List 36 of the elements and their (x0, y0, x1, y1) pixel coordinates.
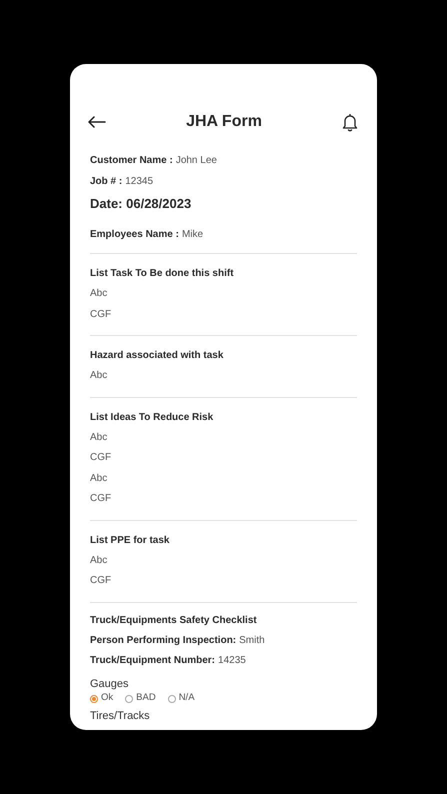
checklist-label: Tires/Tracks (90, 708, 151, 722)
list-item: CGF (90, 492, 112, 506)
field-label: Truck/Equipment Number: (90, 654, 216, 668)
list-item: CGF (90, 451, 112, 465)
field-value: Smith (239, 634, 265, 648)
list-item: CGF (90, 308, 112, 322)
radio-label: N/A (178, 691, 195, 706)
section-title: List PPE for task (90, 534, 170, 548)
radio-label: BAD (136, 691, 156, 706)
field-label: Job # : (90, 175, 122, 189)
checklist-label: Gauges (90, 676, 130, 690)
back-arrow-icon[interactable] (88, 116, 106, 128)
field-label: Employees Name : (90, 228, 179, 242)
radio-button[interactable] (125, 694, 134, 702)
list-item: Abc (90, 554, 108, 568)
section-title: List Task To Be done this shift (90, 267, 235, 281)
field-label: Person Performing Inspection: (90, 634, 236, 648)
section-title: Truck/Equipments Safety Checklist (90, 614, 258, 628)
radio-button[interactable] (168, 694, 176, 702)
screen-title: JHA Form (186, 112, 262, 132)
field-value: 12345 (125, 175, 154, 189)
list-item: CGF (90, 574, 112, 588)
radio-button[interactable] (90, 694, 98, 702)
list-item: Abc (90, 287, 108, 301)
list-item: Abc (90, 369, 108, 383)
section-title: List Ideas To Reduce Risk (90, 410, 214, 424)
radio-label: Ok (101, 691, 114, 706)
section-title: Hazard associated with task (90, 349, 224, 363)
field-value: Mike (182, 228, 204, 242)
list-item: Abc (90, 472, 108, 486)
date-text: Date: 06/28/2023 (90, 195, 192, 213)
bell-icon[interactable] (342, 112, 358, 132)
field-value: 14235 (218, 654, 246, 668)
field-value: John Lee (176, 154, 217, 168)
field-label: Customer Name : (90, 154, 173, 168)
list-item: Abc (90, 430, 108, 444)
